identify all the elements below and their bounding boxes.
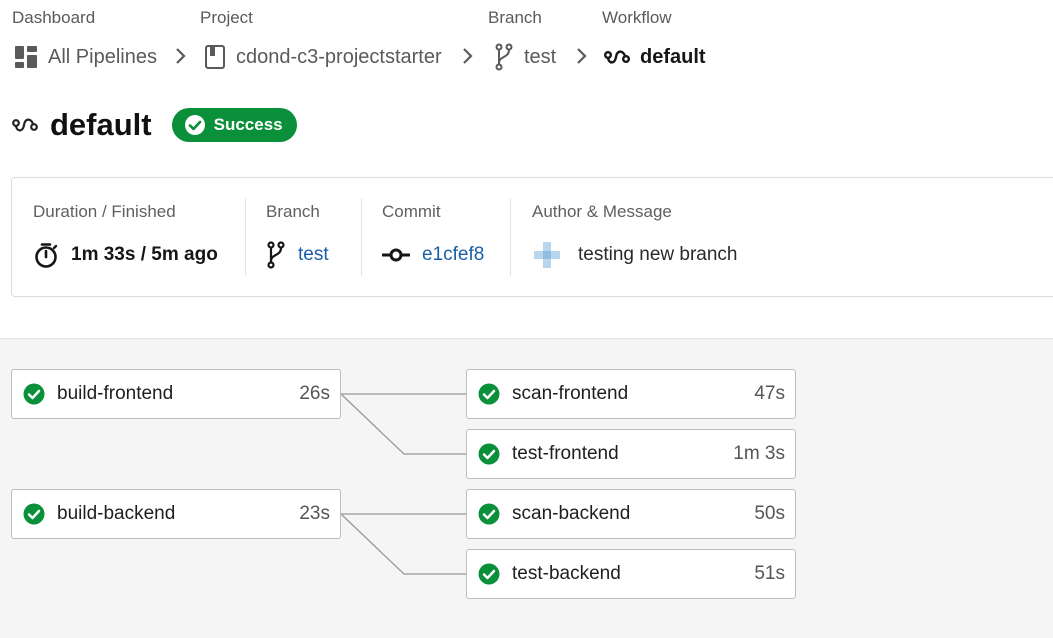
all-pipelines-link[interactable]: All Pipelines bbox=[14, 45, 157, 69]
branch-link[interactable]: test bbox=[298, 244, 329, 266]
author-caption: Author & Message bbox=[532, 202, 672, 221]
duration-section: Duration / Finished 1m 33s / 5m ago bbox=[33, 200, 218, 276]
job-name: build-frontend bbox=[57, 383, 174, 404]
duration-value: 1m 33s / 5m ago bbox=[71, 244, 218, 265]
breadcrumb-pipelines[interactable]: All Pipelines bbox=[14, 42, 157, 72]
title-row: default Success bbox=[12, 104, 297, 146]
job-build-frontend[interactable]: build-frontend 26s bbox=[11, 369, 341, 419]
page-title: default bbox=[50, 107, 152, 142]
job-name: build-backend bbox=[57, 503, 176, 524]
job-name: scan-frontend bbox=[512, 383, 629, 404]
job-build-backend[interactable]: build-backend 23s bbox=[11, 489, 341, 539]
commit-value-row: e1cfef8 bbox=[382, 240, 484, 270]
check-circle-icon bbox=[478, 443, 500, 465]
commit-section: Commit e1cfef8 bbox=[382, 200, 484, 276]
divider bbox=[510, 198, 511, 276]
status-badge: Success bbox=[171, 108, 297, 142]
check-circle-icon bbox=[184, 115, 205, 135]
dashboard-icon bbox=[15, 46, 37, 68]
job-duration: 47s bbox=[754, 383, 785, 404]
connector-line bbox=[340, 513, 467, 575]
check-circle-icon bbox=[478, 503, 500, 525]
breadcrumb-caption-workflow: Workflow bbox=[602, 8, 672, 28]
job-scan-frontend[interactable]: scan-frontend 47s bbox=[466, 369, 796, 419]
stopwatch-icon bbox=[35, 243, 58, 268]
chevron-right-icon bbox=[577, 48, 587, 64]
breadcrumb-caption-project: Project bbox=[200, 8, 253, 28]
branch-value-row: test bbox=[266, 240, 329, 270]
project-link[interactable]: cdond-c3-projectstarter bbox=[204, 44, 442, 70]
workflow-icon bbox=[12, 118, 38, 132]
job-test-backend[interactable]: test-backend 51s bbox=[466, 549, 796, 599]
caption-branch: Branch bbox=[488, 8, 542, 27]
job-test-frontend[interactable]: test-frontend 1m 3s bbox=[466, 429, 796, 479]
branch-section: Branch test bbox=[266, 200, 329, 276]
branch-link[interactable]: test bbox=[494, 43, 556, 71]
git-branch-icon bbox=[495, 43, 513, 71]
project-book-icon bbox=[205, 45, 225, 69]
job-scan-backend[interactable]: scan-backend 50s bbox=[466, 489, 796, 539]
duration-value-row: 1m 33s / 5m ago bbox=[33, 240, 218, 270]
job-name: test-frontend bbox=[512, 443, 619, 464]
check-circle-icon bbox=[478, 383, 500, 405]
status-label: Success bbox=[213, 115, 283, 134]
divider bbox=[245, 198, 246, 276]
job-name: scan-backend bbox=[512, 503, 631, 524]
job-duration: 1m 3s bbox=[733, 443, 785, 464]
breadcrumb-branch[interactable]: test bbox=[494, 42, 556, 72]
job-duration: 51s bbox=[754, 563, 785, 584]
git-commit-icon bbox=[382, 248, 410, 262]
pipeline-graph: build-frontend 26s scan-frontend 47s tes… bbox=[0, 338, 1053, 638]
caption-dashboard: Dashboard bbox=[12, 8, 96, 27]
divider bbox=[361, 198, 362, 276]
author-value-row: testing new branch bbox=[532, 240, 738, 270]
job-duration: 26s bbox=[299, 383, 330, 404]
check-circle-icon bbox=[23, 503, 45, 525]
workflow-label: default bbox=[640, 45, 706, 68]
author-section: Author & Message testing new branch bbox=[532, 200, 738, 276]
chevron-right-icon bbox=[176, 48, 186, 64]
commit-message: testing new branch bbox=[578, 244, 738, 265]
git-branch-icon bbox=[267, 241, 285, 269]
commit-caption: Commit bbox=[382, 202, 441, 221]
breadcrumb-caption-branch: Branch bbox=[488, 8, 542, 28]
connector-line bbox=[340, 393, 467, 455]
job-duration: 23s bbox=[299, 503, 330, 524]
workflow-link[interactable]: default bbox=[604, 46, 706, 69]
job-duration: 50s bbox=[754, 503, 785, 524]
check-circle-icon bbox=[478, 563, 500, 585]
caption-project: Project bbox=[200, 8, 253, 27]
project-label: cdond-c3-projectstarter bbox=[236, 45, 442, 68]
chevron-right-icon bbox=[463, 48, 473, 64]
workflow-icon bbox=[604, 50, 630, 64]
job-name: test-backend bbox=[512, 563, 621, 584]
caption-workflow: Workflow bbox=[602, 8, 672, 27]
workflow-info-card: Duration / Finished 1m 33s / 5m ago Bran… bbox=[11, 177, 1053, 297]
commit-hash-link[interactable]: e1cfef8 bbox=[422, 244, 484, 266]
breadcrumb-project[interactable]: cdond-c3-projectstarter bbox=[204, 42, 442, 72]
breadcrumb-workflow[interactable]: default bbox=[604, 42, 706, 72]
duration-caption: Duration / Finished bbox=[33, 202, 176, 221]
branch-label: test bbox=[524, 45, 557, 68]
breadcrumb-caption-dashboard: Dashboard bbox=[12, 8, 95, 28]
branch-caption: Branch bbox=[266, 202, 320, 221]
avatar bbox=[532, 240, 562, 270]
check-circle-icon bbox=[23, 383, 45, 405]
all-pipelines-label: All Pipelines bbox=[48, 45, 157, 68]
